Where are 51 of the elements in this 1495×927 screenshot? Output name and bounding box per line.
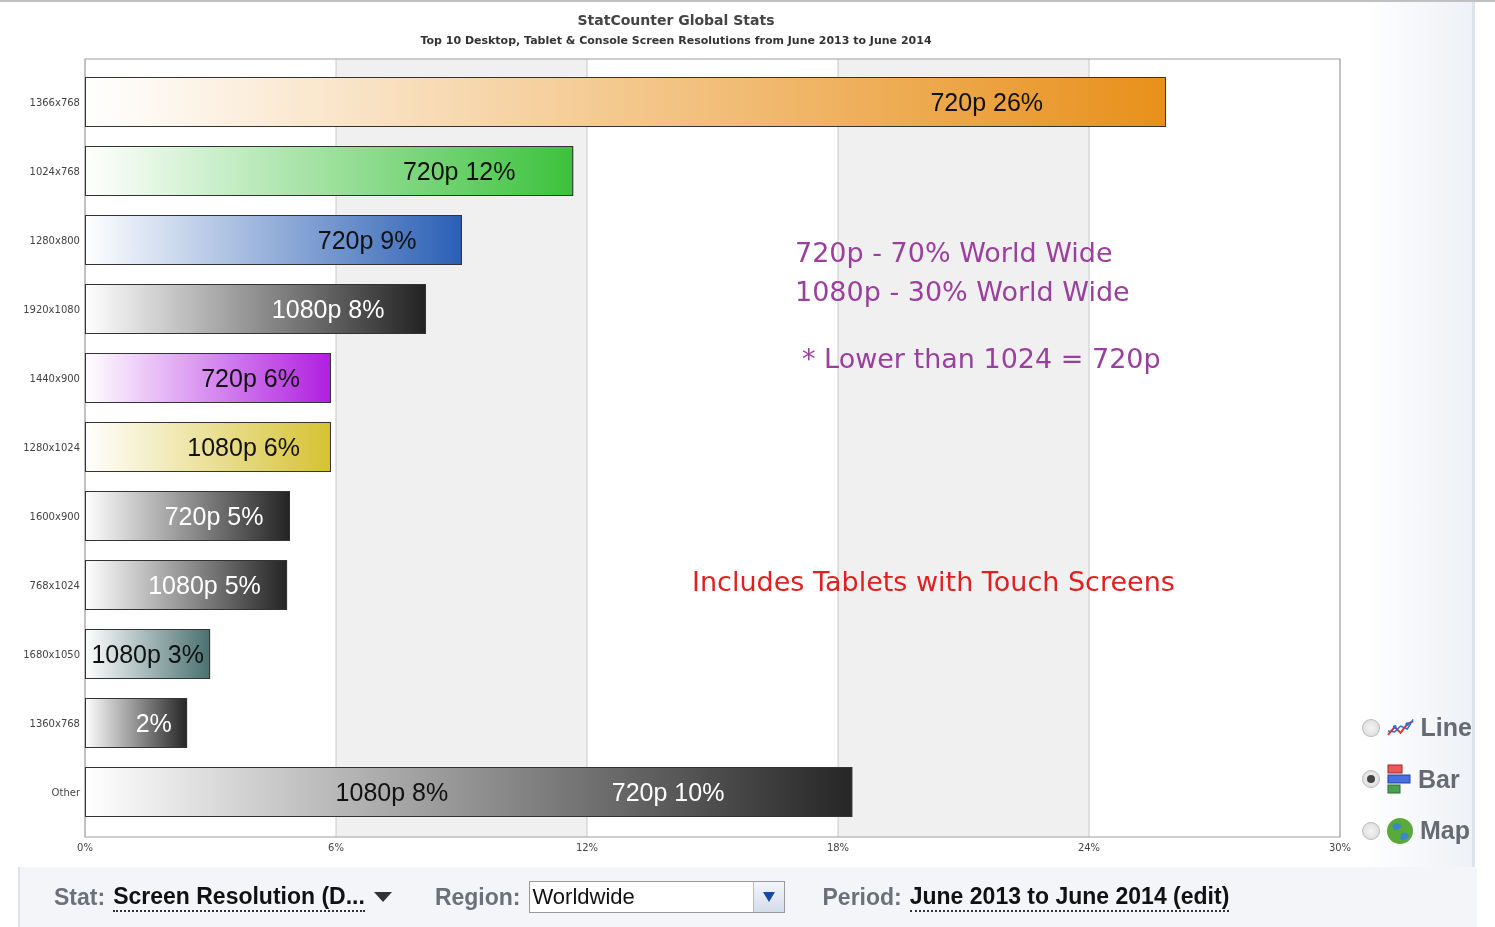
annotation: * Lower than 1024 = 720p (802, 343, 1161, 374)
caret-down-icon[interactable] (372, 891, 393, 903)
chart-type-label[interactable]: Map (1420, 816, 1470, 845)
region-label: Region: (434, 883, 521, 911)
bar-label: 1080p 6% (187, 433, 300, 461)
bar-label: 720p 9% (317, 226, 417, 254)
chart-type-label[interactable]: Bar (1418, 764, 1460, 794)
period-label: Period: (822, 883, 902, 911)
region-select[interactable]: Worldwide (528, 881, 785, 913)
category-label: 1920x1080 (23, 304, 80, 315)
tick-label: 6% (328, 842, 344, 853)
bar-label: 720p 6% (201, 364, 300, 392)
bar-label: 1080p 5% (148, 571, 261, 599)
bar-label: 1080p 8% (271, 295, 385, 323)
bar-label: 720p 26% (930, 88, 1044, 116)
category-label: 1680x1050 (23, 649, 80, 660)
tick-label: 30% (1328, 842, 1352, 853)
category-label: 1360x768 (29, 718, 80, 729)
bar-label: 1080p 3% (91, 640, 204, 668)
tick-label: 18% (826, 842, 850, 853)
category-label: 1440x900 (29, 373, 80, 384)
category-label: 1280x800 (29, 235, 80, 246)
bar-label: 2% (135, 709, 172, 737)
period-link[interactable]: June 2013 to June 2014 (edit) (909, 882, 1230, 912)
category-label: 1280x1024 (23, 442, 80, 453)
annotation: 1080p - 30% World Wide (795, 276, 1130, 307)
tick-label: 12% (575, 842, 599, 853)
annotation: 720p - 70% World Wide (795, 237, 1113, 268)
tick-label: 0% (77, 842, 93, 853)
category-label: 1024x768 (29, 166, 80, 177)
category-label: 768x1024 (29, 580, 80, 591)
bar-label: 720p 5% (164, 502, 264, 530)
chart-type-label[interactable]: Line (1420, 713, 1472, 742)
chart-title: StatCounter Global Stats (577, 12, 775, 28)
radio-button[interactable] (1362, 718, 1380, 737)
bar-chart-icon (1386, 764, 1412, 794)
bar-label: 720p 10% (611, 778, 725, 806)
bar-label: 1080p 8% (335, 778, 449, 806)
stat-link[interactable]: Screen Resolution (D... (113, 882, 365, 912)
tick-label: 24% (1077, 842, 1101, 853)
stat-label: Stat: (54, 883, 106, 911)
category-label: 1600x900 (29, 511, 80, 522)
category-label: 1366x768 (29, 97, 80, 108)
bar-label: 720p 12% (402, 157, 516, 185)
annotation: Includes Tablets with Touch Screens (692, 566, 1175, 597)
radio-button[interactable] (1362, 821, 1380, 840)
category-label: Other (51, 787, 80, 798)
radio-button[interactable] (1362, 770, 1380, 788)
globe-icon (1386, 816, 1414, 845)
caret-down-icon (761, 891, 776, 903)
chart-subtitle: Top 10 Desktop, Tablet & Console Screen Resolutions from June 2013 to June 2014 (420, 34, 932, 47)
